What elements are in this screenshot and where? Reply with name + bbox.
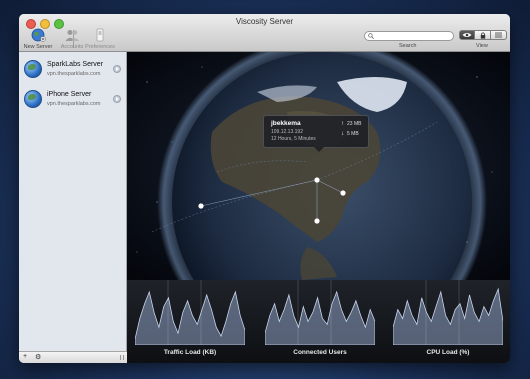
- connected-users-title: Connected Users: [293, 349, 347, 356]
- eye-icon: [462, 33, 472, 37]
- lock-icon: [480, 31, 485, 39]
- toolbar: Viscosity Server New Server Accounts Pre…: [19, 14, 510, 52]
- sidebar-bottom-bar: + ⚙: [19, 351, 127, 363]
- preferences-switch-icon: [96, 28, 104, 42]
- cpu-load-title: CPU Load (%): [426, 349, 470, 356]
- new-server-label: New Server: [23, 44, 53, 50]
- cpu-load-chart: CPU Load (%): [393, 280, 503, 363]
- connected-users-area: [265, 290, 375, 345]
- popup-upload: ↑ 23 MB: [341, 121, 361, 127]
- new-server-button[interactable]: New Server: [21, 28, 55, 50]
- popup-upload-value: 23 MB: [347, 121, 362, 127]
- user-location-marker: [340, 190, 346, 196]
- user-location-marker: [314, 218, 320, 224]
- cpu-load-graph: [393, 280, 503, 345]
- server-globe-icon: [24, 90, 42, 108]
- resize-handle[interactable]: [120, 355, 124, 360]
- popup-download-value: 5 MB: [347, 131, 359, 137]
- popup-username: jbekkema: [271, 120, 301, 127]
- connected-users-graph: [265, 280, 375, 345]
- user-location-marker: [314, 177, 320, 183]
- server-item-sparklabs[interactable]: SparkLabs Server vpn.thesparklabs.com: [19, 56, 127, 86]
- traffic-load-area: [135, 290, 245, 345]
- search-field[interactable]: [364, 31, 454, 41]
- connected-users-chart: Connected Users: [265, 280, 375, 363]
- main-view: jbekkema 109.12.13.192 12 Hours, 5 Minut…: [127, 52, 510, 363]
- cpu-load-area: [393, 287, 503, 345]
- preferences-label: Preferences: [85, 44, 115, 50]
- server-status-icon[interactable]: [113, 65, 121, 73]
- window-title: Viscosity Server: [235, 17, 294, 26]
- user-info-popup: jbekkema 109.12.13.192 12 Hours, 5 Minut…: [263, 115, 369, 152]
- server-name: iPhone Server: [47, 91, 92, 98]
- server-name: SparkLabs Server: [47, 61, 104, 68]
- traffic-load-graph: [135, 280, 245, 345]
- user-location-marker: [198, 203, 204, 209]
- server-globe-icon: [24, 60, 42, 78]
- server-host: vpn.thesparklabs.com: [47, 101, 101, 107]
- list-icon: [495, 32, 502, 38]
- globe-graphic: [127, 52, 510, 280]
- popup-pointer: [314, 147, 324, 152]
- popup-duration: 12 Hours, 5 Minutes: [271, 136, 316, 142]
- globe-map[interactable]: jbekkema 109.12.13.192 12 Hours, 5 Minut…: [127, 52, 510, 280]
- search-icon: [368, 33, 374, 39]
- view-list-button[interactable]: [491, 30, 507, 40]
- gear-icon[interactable]: ⚙: [35, 353, 41, 361]
- view-lock-button[interactable]: [475, 30, 491, 40]
- server-host: vpn.thesparklabs.com: [47, 71, 101, 77]
- popup-ip-address: 109.12.13.192: [271, 129, 303, 135]
- globe-add-icon: [31, 28, 46, 42]
- app-window: Viscosity Server New Server Accounts Pre…: [19, 14, 510, 363]
- server-status-icon[interactable]: [113, 95, 121, 103]
- search-label: Search: [399, 43, 417, 49]
- stats-panel: Traffic Load (KB) Connected Users CPU Lo…: [127, 280, 510, 363]
- server-item-iphone[interactable]: iPhone Server vpn.thesparklabs.com: [19, 86, 127, 116]
- search-input[interactable]: [376, 32, 451, 40]
- traffic-load-title: Traffic Load (KB): [163, 349, 217, 356]
- view-label: View: [476, 43, 488, 49]
- accounts-icon: [65, 30, 79, 41]
- preferences-button[interactable]: Preferences: [83, 28, 117, 50]
- server-sidebar: SparkLabs Server vpn.thesparklabs.com iP…: [19, 52, 127, 363]
- view-segmented-control: [459, 30, 507, 40]
- popup-download: ↓ 5 MB: [341, 131, 359, 137]
- view-map-button[interactable]: [459, 30, 475, 40]
- traffic-load-chart: Traffic Load (KB): [135, 280, 245, 363]
- add-server-button[interactable]: +: [23, 353, 27, 360]
